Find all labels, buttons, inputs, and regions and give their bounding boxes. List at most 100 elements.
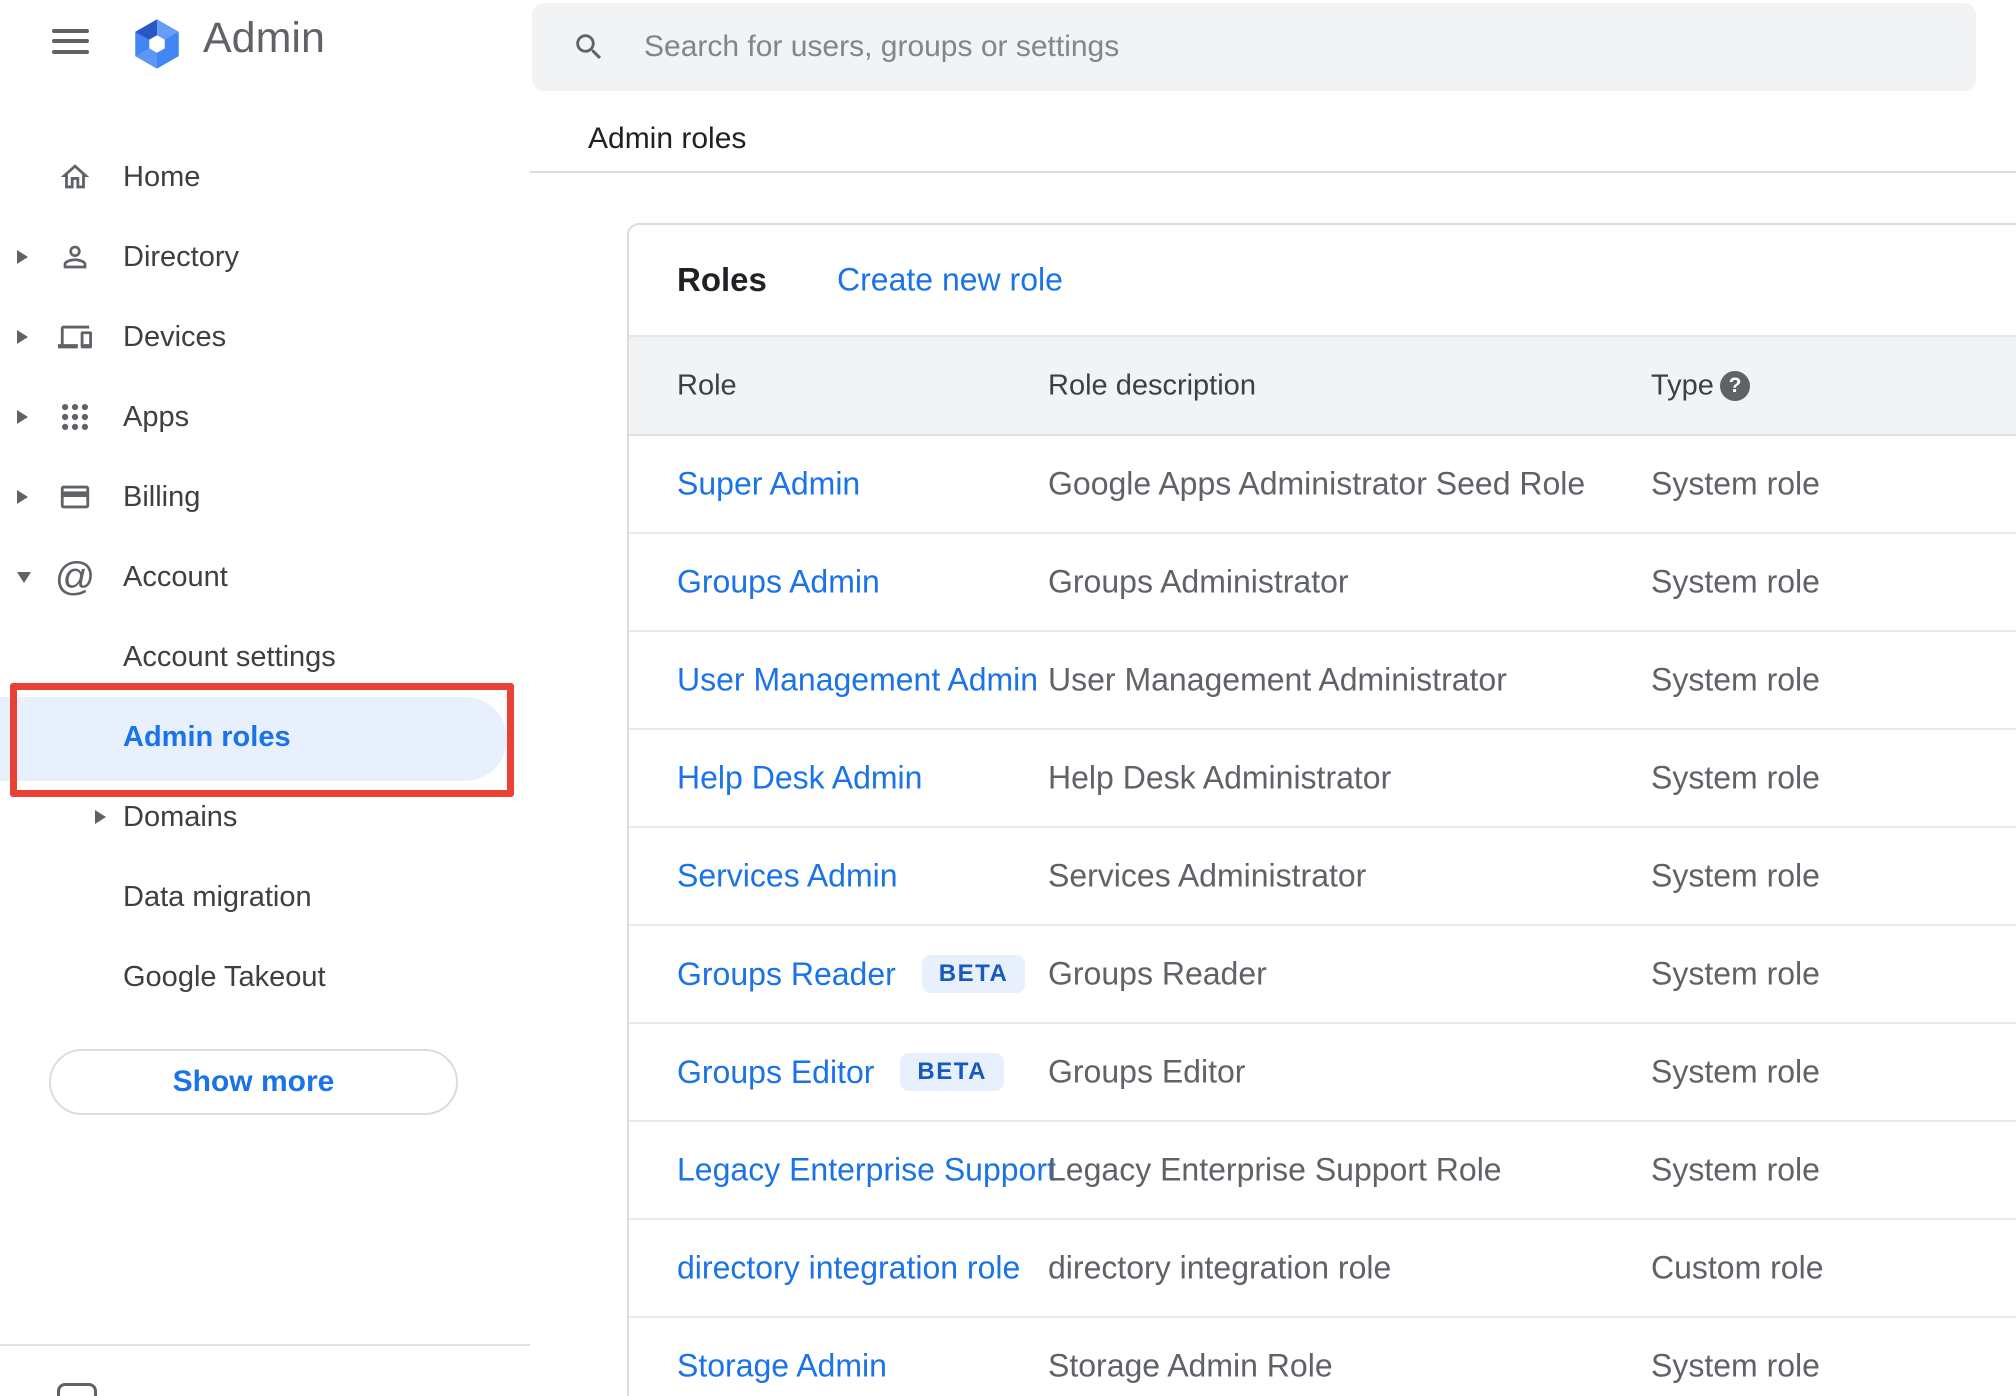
table-row: Services Admin Services Administrator Sy… xyxy=(629,828,2016,926)
breadcrumb: Admin roles xyxy=(588,122,747,155)
role-description: Groups Editor xyxy=(1048,1053,1246,1090)
role-link[interactable]: User Management Admin xyxy=(677,662,1038,699)
role-description: Groups Reader xyxy=(1048,955,1267,992)
help-icon[interactable]: ? xyxy=(1720,370,1750,401)
column-header-type: Type xyxy=(1651,369,1714,401)
role-link[interactable]: Storage Admin xyxy=(677,1348,887,1385)
create-new-role-link[interactable]: Create new role xyxy=(837,262,1063,299)
role-type: System role xyxy=(1651,955,1820,992)
sidebar-item-billing[interactable]: Billing xyxy=(0,457,530,537)
sidebar-item-directory[interactable]: Directory xyxy=(0,217,530,297)
role-link[interactable]: Groups Editor xyxy=(677,1054,874,1091)
beta-badge: BETA xyxy=(900,1053,1004,1091)
column-header-role-description: Role description xyxy=(1048,369,1256,401)
breadcrumb-divider xyxy=(530,171,2016,173)
table-row: directory integration role directory int… xyxy=(629,1220,2016,1318)
role-description: Groups Administrator xyxy=(1048,563,1349,600)
chevron-down-icon[interactable] xyxy=(17,571,31,583)
sidebar-item-label: Account settings xyxy=(123,640,336,673)
sidebar-item-label: Data migration xyxy=(123,880,312,913)
at-sign-icon: @ xyxy=(54,555,96,599)
sidebar-item-devices[interactable]: Devices xyxy=(0,297,530,377)
home-icon xyxy=(57,159,93,195)
table-row: User Management Admin User Management Ad… xyxy=(629,632,2016,730)
sidebar-item-label: Devices xyxy=(123,320,227,353)
person-icon xyxy=(57,239,93,275)
sidebar-item-domains[interactable]: Domains xyxy=(0,777,530,857)
sidebar: Admin Home Directory Devices Apps Billin… xyxy=(0,0,530,1396)
sidebar-item-label: Account xyxy=(123,560,228,593)
chevron-right-icon[interactable] xyxy=(95,810,106,824)
table-row: Super Admin Google Apps Administrator Se… xyxy=(629,436,2016,534)
search-placeholder: Search for users, groups or settings xyxy=(644,30,1120,63)
page-title: Roles xyxy=(677,261,767,298)
role-description: Help Desk Administrator xyxy=(1048,759,1392,796)
roles-card-header: Roles Create new role xyxy=(629,225,2016,335)
devices-icon xyxy=(57,319,93,355)
role-description: Services Administrator xyxy=(1048,857,1367,894)
role-link[interactable]: Groups Reader xyxy=(677,956,896,993)
sidebar-item-admin-roles[interactable]: Admin roles xyxy=(0,697,530,777)
role-description: Google Apps Administrator Seed Role xyxy=(1048,465,1586,502)
table-row: Help Desk Admin Help Desk Administrator … xyxy=(629,730,2016,828)
show-more-label: Show more xyxy=(172,1065,335,1098)
role-type: System role xyxy=(1651,1347,1820,1384)
chevron-right-icon[interactable] xyxy=(17,330,28,344)
sidebar-item-label: Home xyxy=(123,160,201,193)
payment-card-icon xyxy=(57,479,93,515)
sidebar-item-account-settings[interactable]: Account settings xyxy=(0,617,530,697)
role-description: Legacy Enterprise Support Role xyxy=(1048,1151,1502,1188)
sidebar-item-data-migration[interactable]: Data migration xyxy=(0,857,530,937)
chevron-right-icon[interactable] xyxy=(17,250,28,264)
table-row: Legacy Enterprise Support Legacy Enterpr… xyxy=(629,1122,2016,1220)
app-title: Admin xyxy=(203,14,325,62)
sidebar-item-label: Admin roles xyxy=(123,720,291,753)
table-row: Groups Admin Groups Administrator System… xyxy=(629,534,2016,632)
search-input[interactable]: Search for users, groups or settings xyxy=(532,3,1976,91)
table-row: Groups Editor BETA Groups Editor System … xyxy=(629,1024,2016,1122)
sidebar-item-apps[interactable]: Apps xyxy=(0,377,530,457)
table-row: Storage Admin Storage Admin Role System … xyxy=(629,1318,2016,1396)
sidebar-item-account[interactable]: @ Account xyxy=(0,537,530,617)
table-row: Groups Reader BETA Groups Reader System … xyxy=(629,926,2016,1024)
role-type: System role xyxy=(1651,465,1820,502)
sidebar-item-label: Apps xyxy=(123,400,190,433)
role-type: System role xyxy=(1651,563,1820,600)
role-type: System role xyxy=(1651,759,1820,796)
sidebar-item-label: Domains xyxy=(123,800,238,833)
roles-card: Roles Create new role Role Role descript… xyxy=(627,223,2016,1396)
chevron-right-icon[interactable] xyxy=(17,490,28,504)
google-admin-console: Admin Home Directory Devices Apps Billin… xyxy=(0,0,2016,1396)
role-type: System role xyxy=(1651,857,1820,894)
sidebar-item-label: Directory xyxy=(123,240,240,273)
beta-badge: BETA xyxy=(921,955,1026,993)
admin-logo-icon[interactable] xyxy=(128,15,186,73)
sidebar-item-label: Google Takeout xyxy=(123,960,326,993)
role-description: directory integration role xyxy=(1048,1249,1392,1286)
sidebar-bottom-divider xyxy=(0,1344,530,1346)
role-link[interactable]: directory integration role xyxy=(677,1250,1020,1287)
chevron-right-icon[interactable] xyxy=(17,410,28,424)
show-more-button[interactable]: Show more xyxy=(49,1049,458,1115)
search-icon[interactable] xyxy=(572,30,606,64)
hamburger-menu-icon[interactable] xyxy=(52,29,89,54)
role-link[interactable]: Groups Admin xyxy=(677,564,880,601)
role-type: Custom role xyxy=(1651,1249,1824,1286)
sidebar-item-label: Billing xyxy=(123,480,201,513)
role-description: User Management Administrator xyxy=(1048,661,1507,698)
sidebar-footer-icon[interactable] xyxy=(57,1383,97,1396)
role-type: System role xyxy=(1651,1151,1820,1188)
sidebar-item-home[interactable]: Home xyxy=(0,137,530,217)
table-header: Role Role description Type ? xyxy=(629,335,2016,436)
role-link[interactable]: Help Desk Admin xyxy=(677,760,922,797)
column-header-role: Role xyxy=(677,369,737,401)
apps-grid-icon xyxy=(57,399,93,435)
roles-table-body: Super Admin Google Apps Administrator Se… xyxy=(629,436,2016,1396)
role-type: System role xyxy=(1651,661,1820,698)
role-description: Storage Admin Role xyxy=(1048,1347,1333,1384)
role-link[interactable]: Legacy Enterprise Support xyxy=(677,1152,1056,1189)
sidebar-item-google-takeout[interactable]: Google Takeout xyxy=(0,937,530,1017)
role-link[interactable]: Services Admin xyxy=(677,858,898,895)
role-link[interactable]: Super Admin xyxy=(677,466,860,503)
role-type: System role xyxy=(1651,1053,1820,1090)
